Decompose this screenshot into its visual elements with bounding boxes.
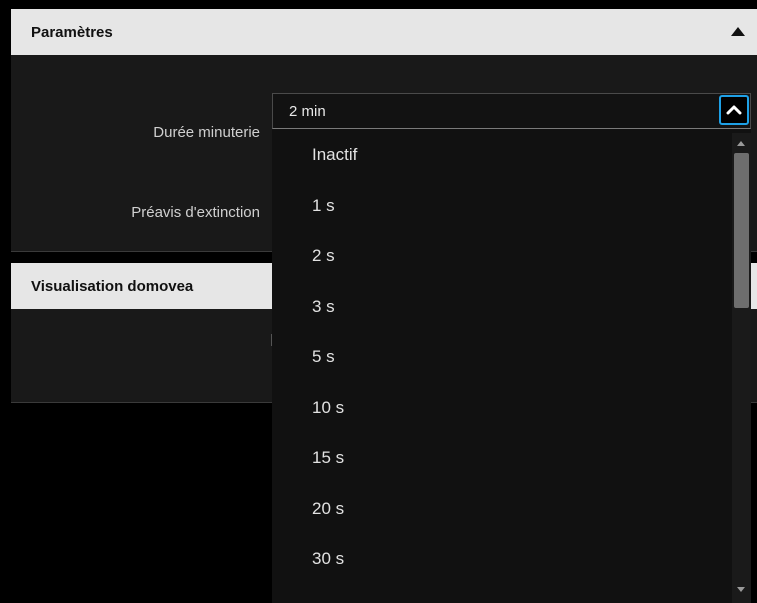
section-title: Visualisation domovea: [31, 277, 194, 295]
duree-minuterie-select[interactable]: 2 min: [272, 93, 751, 129]
select-value: 2 min: [289, 103, 326, 120]
dropdown-option[interactable]: 5 s: [312, 347, 335, 367]
dropdown-scrollbar[interactable]: [732, 133, 751, 603]
scroll-down-arrow-icon[interactable]: [737, 587, 745, 592]
select-dropdown-list: Inactif 1 s 2 s 3 s 5 s 10 s 15 s 20 s 30 s 45 s: [272, 129, 751, 603]
section-title: Paramètres: [31, 23, 113, 41]
dropdown-option[interactable]: 3 s: [312, 297, 335, 317]
duree-minuterie-label: Durée minuterie: [153, 124, 260, 141]
dropdown-option[interactable]: 45 s: [312, 600, 344, 603]
caret-up-icon[interactable]: [731, 27, 745, 36]
dropdown-option[interactable]: 30 s: [312, 549, 344, 569]
dropdown-option[interactable]: 1 s: [312, 196, 335, 216]
select-toggle-button[interactable]: [719, 95, 749, 125]
scroll-thumb[interactable]: [734, 153, 749, 308]
dropdown-option[interactable]: 20 s: [312, 499, 344, 519]
dropdown-option[interactable]: 15 s: [312, 448, 344, 468]
scroll-up-arrow-icon[interactable]: [737, 141, 745, 146]
dropdown-option[interactable]: 10 s: [312, 398, 344, 418]
dropdown-option[interactable]: 2 s: [312, 246, 335, 266]
chevron-up-icon: [726, 105, 742, 115]
dropdown-option[interactable]: Inactif: [312, 145, 357, 165]
section-header-parametres[interactable]: Paramètres: [11, 9, 757, 55]
preavis-extinction-label: Préavis d'extinction: [131, 204, 260, 221]
